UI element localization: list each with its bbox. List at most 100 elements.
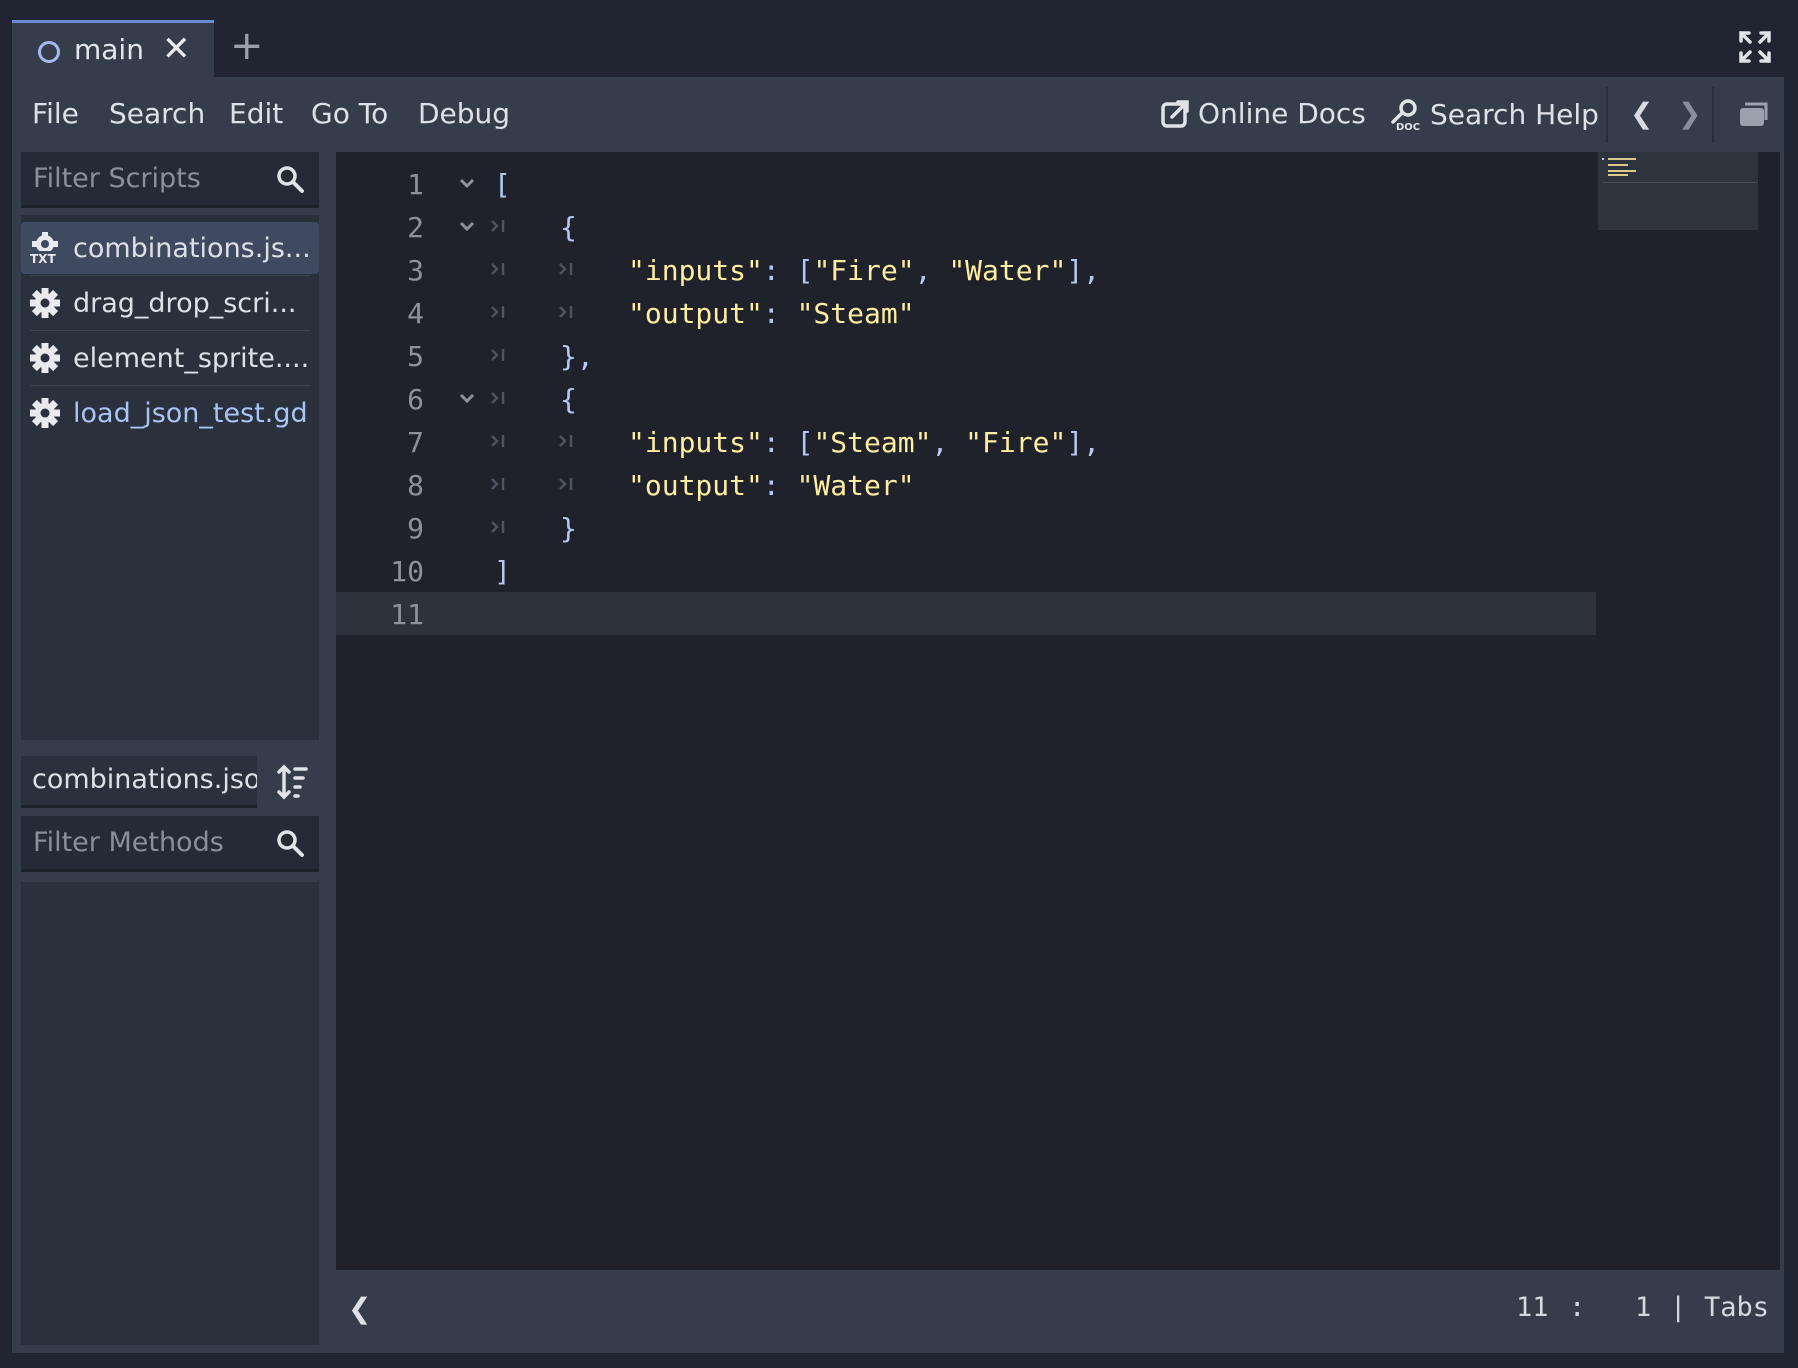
code-line: 10 ] [336, 549, 1596, 592]
fold-arrow-icon[interactable] [458, 389, 476, 407]
tab-marker-icon [559, 263, 573, 275]
menu-edit[interactable]: Edit [229, 97, 283, 130]
svg-text:TXT: TXT [30, 252, 56, 264]
code-line: 7 "inputs": ["Steam", "Fire"], [336, 420, 1596, 463]
script-item-label: load_json_test.gd [73, 397, 308, 429]
unsaved-indicator-icon [38, 41, 60, 63]
code-text: }, [560, 340, 594, 373]
gear-icon [30, 398, 60, 428]
code-text: { [560, 383, 577, 416]
code-line: 8 "output": "Water" [336, 463, 1596, 506]
indentation-mode[interactable]: Tabs [1704, 1292, 1769, 1323]
tab-marker-icon [559, 435, 573, 447]
cursor-separator: : [1569, 1292, 1586, 1323]
code-text: "inputs": ["Fire", "Water"], [628, 254, 1101, 287]
status-bar: ❮ 11 : 1 | Tabs [336, 1270, 1780, 1346]
code-text: "inputs": ["Steam", "Fire"], [628, 426, 1101, 459]
search-help-label: Search Help [1430, 97, 1599, 131]
toggle-scripts-panel-button[interactable]: ❮ [348, 1292, 371, 1325]
method-list [21, 882, 319, 1345]
history-forward-button[interactable]: ❯ [1678, 97, 1701, 130]
line-number: 10 [390, 555, 424, 588]
line-number: 6 [407, 383, 424, 416]
fullscreen-icon[interactable] [1738, 30, 1772, 64]
code-text: { [560, 211, 577, 244]
separator [1606, 87, 1608, 143]
cursor-column: 1 [1635, 1292, 1652, 1323]
script-item-element-sprite[interactable]: element_sprite.... [21, 332, 319, 384]
fold-arrow-icon[interactable] [458, 217, 476, 235]
filter-scripts [21, 152, 319, 208]
tab-marker-icon [491, 306, 505, 318]
line-number: 1 [407, 168, 424, 201]
txt-file-icon: TXT [29, 232, 61, 264]
search-icon [277, 830, 304, 857]
code-line: 5 }, [336, 334, 1596, 377]
filter-methods [21, 816, 319, 872]
close-tab-icon[interactable]: ✕ [162, 29, 191, 69]
tab-marker-icon [559, 478, 573, 490]
code-text: "output": "Water" [628, 469, 915, 502]
tab-marker-icon [491, 349, 505, 361]
script-item-load-json-test[interactable]: load_json_test.gd [21, 387, 319, 439]
minimap[interactable] [1598, 152, 1758, 230]
script-item-label: combinations.js... [73, 232, 311, 264]
line-number: 9 [407, 512, 424, 545]
menu-search[interactable]: Search [109, 97, 205, 130]
line-number: 4 [407, 297, 424, 330]
search-doc-icon: DOC [1391, 99, 1420, 131]
code-text: [ [494, 168, 511, 201]
fold-arrow-icon[interactable] [458, 174, 476, 192]
tab-main[interactable]: main ✕ [12, 20, 214, 77]
code-line: 9 } [336, 506, 1596, 549]
history-back-button[interactable]: ❮ [1630, 97, 1653, 130]
tab-marker-icon [491, 392, 505, 404]
separator [1712, 87, 1714, 143]
tab-marker-icon [491, 435, 505, 447]
gear-icon [30, 343, 60, 373]
divider [30, 330, 310, 331]
search-help-button[interactable]: DOC Search Help [1388, 97, 1599, 131]
code-line: 3 "inputs": ["Fire", "Water"], [336, 248, 1596, 291]
search-icon [277, 166, 304, 193]
external-link-icon [1161, 99, 1189, 128]
tab-marker-icon [491, 478, 505, 490]
line-number: 3 [407, 254, 424, 287]
script-item-drag-drop[interactable]: drag_drop_scri... [21, 277, 319, 329]
svg-text:DOC: DOC [1396, 122, 1420, 131]
code-line: 6 { [336, 377, 1596, 420]
current-script-name: combinations.jso [21, 756, 257, 808]
code-text: "output": "Steam" [628, 297, 915, 330]
status-divider: | [1670, 1292, 1687, 1323]
tab-label: main [74, 33, 144, 66]
tab-marker-icon [491, 521, 505, 533]
divider [30, 385, 310, 386]
code-text: } [560, 512, 577, 545]
tab-marker-icon [491, 220, 505, 232]
current-code-line: 11 [336, 592, 1596, 635]
code-text: ] [494, 555, 511, 588]
code-editor[interactable]: 1 [ 2 { 3 "inputs": ["Fire", "Water"], 4… [336, 152, 1780, 1270]
line-number: 5 [407, 340, 424, 373]
gear-icon [30, 288, 60, 318]
script-item-combinations[interactable]: TXT combinations.js... [21, 222, 319, 274]
online-docs-label: Online Docs [1198, 97, 1366, 130]
menu-file[interactable]: File [32, 97, 79, 130]
divider [30, 275, 310, 276]
code-line: 1 [ [336, 162, 1596, 205]
add-tab-button[interactable]: + [230, 23, 264, 69]
line-number: 7 [407, 426, 424, 459]
cursor-line: 11 [1516, 1292, 1549, 1323]
code-line: 2 { [336, 205, 1596, 248]
line-number: 2 [407, 211, 424, 244]
tab-marker-icon [491, 263, 505, 275]
online-docs-button[interactable]: Online Docs [1160, 97, 1366, 130]
tab-bar: main ✕ + [12, 20, 1784, 77]
sort-icon[interactable] [276, 764, 308, 800]
menu-goto[interactable]: Go To [311, 97, 388, 130]
tab-marker-icon [559, 306, 573, 318]
float-window-icon[interactable] [1738, 99, 1768, 129]
menu-debug[interactable]: Debug [418, 97, 510, 130]
script-item-label: drag_drop_scri... [73, 287, 297, 319]
code-line: 4 "output": "Steam" [336, 291, 1596, 334]
